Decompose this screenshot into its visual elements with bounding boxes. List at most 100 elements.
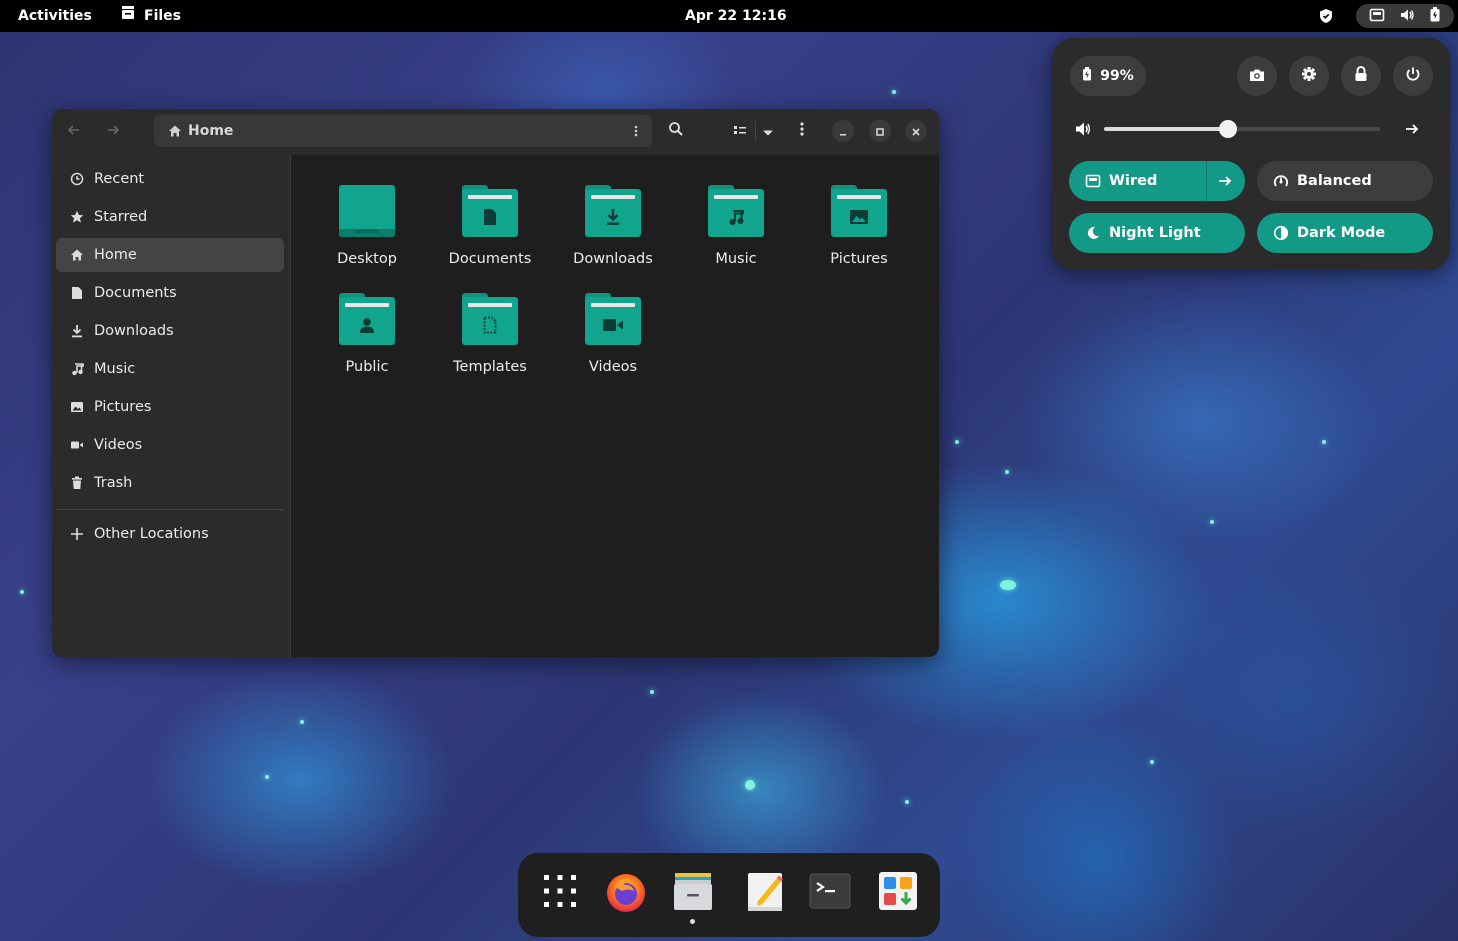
wired-toggle[interactable]: Wired [1069,161,1245,201]
arrow-left-icon [67,122,81,141]
list-view-icon [733,122,747,141]
minimize-button[interactable] [832,120,854,142]
output-device-button[interactable] [1404,121,1420,141]
folder-label: Documents [448,251,532,267]
folder-label: Music [715,251,757,267]
folder-item[interactable]: Documents [435,185,545,267]
path-bar[interactable]: Home [154,115,652,147]
sidebar-item-trash[interactable]: Trash [56,466,284,500]
quick-settings-panel: 99% Wired Balanced Night Light Dark Mode [1052,38,1450,270]
moon-icon [1085,225,1101,241]
folder-item[interactable]: Downloads [558,185,668,267]
view-options-button[interactable] [758,121,778,141]
dark-mode-label: Dark Mode [1297,225,1386,241]
volume-icon [1074,121,1092,141]
settings-button[interactable] [1289,56,1329,96]
folder-item[interactable]: Pictures [804,185,914,267]
sidebar-item-recent[interactable]: Recent [56,162,284,196]
chevron-down-icon [762,122,774,141]
folder-item[interactable]: Videos [558,293,668,375]
header-bar: Home [52,109,939,155]
back-button[interactable] [64,121,84,141]
night-light-toggle[interactable]: Night Light [1069,213,1245,253]
sidebar-item-music[interactable]: Music [56,352,284,386]
search-button[interactable] [664,121,688,141]
lock-button[interactable] [1341,56,1381,96]
downloads-folder-icon [585,185,641,237]
sidebar-item-other-locations[interactable]: Other Locations [56,517,284,551]
folder-label: Public [345,359,389,375]
sidebar-item-label: Starred [94,209,148,225]
clock[interactable]: Apr 22 12:16 [685,0,787,32]
sidebar-item-label: Pictures [94,399,152,415]
system-menu-button[interactable] [1356,4,1454,28]
sidebar-item-home[interactable]: Home [56,238,284,272]
documents-folder-icon [462,185,518,237]
text-editor-icon [743,869,787,917]
sidebar-item-downloads[interactable]: Downloads [56,314,284,348]
shield-icon[interactable] [1318,8,1334,28]
close-icon [911,122,921,141]
sidebar-item-label: Trash [94,475,133,491]
volume-slider[interactable] [1104,120,1380,138]
sidebar-item-videos[interactable]: Videos [56,428,284,462]
folder-item[interactable]: Music [681,185,791,267]
files-icon [120,0,136,32]
arrow-right-icon [1404,122,1420,141]
document-icon [70,286,84,300]
sidebar-item-starred[interactable]: Starred [56,200,284,234]
firefox-launcher[interactable] [602,869,650,917]
wired-network-icon [1085,173,1101,189]
activities-button[interactable]: Activities [18,0,92,32]
firefox-icon [604,869,648,917]
close-button[interactable] [905,120,927,142]
volume-icon [1399,7,1415,26]
power-button[interactable] [1393,56,1433,96]
files-launcher[interactable] [669,869,717,917]
top-bar: Activities Files Apr 22 12:16 [0,0,1458,32]
download-icon [70,324,84,338]
view-toggle-button[interactable] [728,121,752,141]
text-editor-launcher[interactable] [741,869,789,917]
path-menu-icon[interactable] [634,124,638,138]
sidebar-item-documents[interactable]: Documents [56,276,284,310]
folder-label: Templates [453,359,527,375]
maximize-icon [875,122,885,141]
software-launcher[interactable] [874,869,922,917]
public-folder-icon [339,293,395,345]
desktop-folder-icon [339,185,395,237]
arrow-right-icon [1217,173,1233,193]
dark-mode-toggle[interactable]: Dark Mode [1257,213,1433,253]
screenshot-button[interactable] [1237,56,1277,96]
volume-slider-fill [1104,127,1229,131]
dock [518,853,940,937]
wired-details-button[interactable] [1217,173,1233,193]
search-icon [668,121,684,141]
maximize-button[interactable] [869,120,891,142]
folder-item[interactable]: Desktop [312,185,422,267]
volume-slider-handle[interactable] [1219,120,1238,138]
arrow-right-icon [106,122,120,141]
speedometer-icon [1273,173,1289,189]
camera-icon [1249,67,1265,86]
trash-icon [70,476,84,490]
main-menu-button[interactable] [792,121,812,141]
gear-icon [1301,66,1317,86]
terminal-icon [808,869,852,917]
battery-icon [1082,67,1092,85]
app-menu-button[interactable]: Files [120,0,181,32]
battery-icon [1429,6,1441,26]
battery-button[interactable]: 99% [1070,56,1146,96]
forward-button[interactable] [103,121,123,141]
power-mode-toggle[interactable]: Balanced [1257,161,1433,201]
folder-item[interactable]: Public [312,293,422,375]
home-icon [168,124,182,138]
app-grid-button[interactable] [536,869,584,917]
folder-item[interactable]: Templates [435,293,545,375]
files-app-icon [671,869,715,917]
star-icon [70,210,84,224]
folder-label: Videos [588,359,638,375]
terminal-launcher[interactable] [806,869,854,917]
sidebar-item-label: Home [94,247,137,263]
sidebar-item-pictures[interactable]: Pictures [56,390,284,424]
